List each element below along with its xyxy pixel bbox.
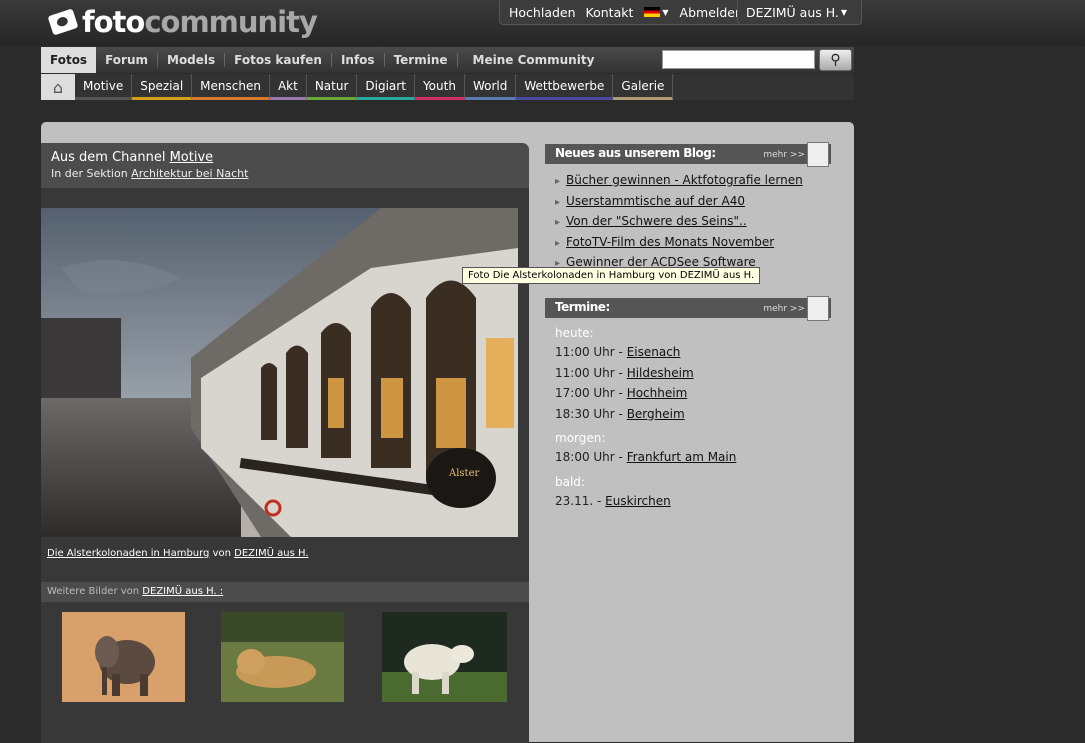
camera-logo-icon xyxy=(47,8,79,36)
blog-link[interactable]: Bücher gewinnen - Aktfotografie lernen xyxy=(566,173,803,187)
home-icon[interactable]: ⌂ xyxy=(41,74,75,100)
thumbnail-polar-bear[interactable] xyxy=(382,612,507,702)
event-time: 17:00 Uhr - xyxy=(555,386,627,400)
caption-by: von xyxy=(209,548,235,559)
sub-nav: ⌂ Motive Spezial Menschen Akt Natur Digi… xyxy=(41,74,854,100)
subnav-akt[interactable]: Akt xyxy=(269,74,307,100)
events-tomorrow-label: morgen: xyxy=(555,431,606,445)
thumbnail-elephant[interactable] xyxy=(62,612,185,702)
subnav-motive[interactable]: Motive xyxy=(75,74,133,100)
blog-header: Neues aus unserem Blog: mehr >> xyxy=(545,142,831,167)
search-icon: ⚲ xyxy=(830,52,841,68)
nav-forum[interactable]: Forum xyxy=(96,53,158,67)
event-row: 18:30 Uhr - Bergheim xyxy=(555,407,736,428)
channel-prefix: Aus dem Channel xyxy=(51,150,170,165)
contact-link[interactable]: Kontakt xyxy=(581,5,639,20)
event-time: 11:00 Uhr - xyxy=(555,365,627,380)
blog-icon[interactable] xyxy=(807,142,829,167)
thumbnail-lion[interactable] xyxy=(221,612,344,702)
event-time: 23.11. - xyxy=(555,493,606,508)
blog-heading: Neues aus unserem Blog: xyxy=(555,146,716,160)
channel-header: Aus dem Channel Motive In der Sektion Ar… xyxy=(41,143,529,188)
channel-link[interactable]: Motive xyxy=(170,150,214,165)
event-row: 11:00 Uhr - Hildesheim xyxy=(555,366,736,387)
subnav-youth[interactable]: Youth xyxy=(414,74,465,100)
section-prefix: In der Sektion xyxy=(51,167,132,180)
event-row: 11:00 Uhr - Eisenach xyxy=(555,345,736,366)
event-time: 18:30 Uhr - xyxy=(555,406,627,421)
top-bar: foto community Hochladen Kontakt ▼ Abmeld… xyxy=(0,0,1085,46)
more-prefix: Weitere Bilder von xyxy=(47,586,143,597)
subnav-menschen[interactable]: Menschen xyxy=(192,74,270,100)
photo-tooltip: Foto Die Alsterkolonaden in Hamburg von … xyxy=(462,267,761,284)
svg-text:Alster: Alster xyxy=(448,468,479,479)
logo-word-foto: foto xyxy=(82,5,145,39)
more-photos-header: Weitere Bilder von DEZIMÜ aus H. : xyxy=(41,582,529,602)
calendar-icon[interactable] xyxy=(807,296,829,321)
search-input[interactable] xyxy=(662,50,815,69)
photo-caption: Die Alsterkolonaden in Hamburg von DEZIM… xyxy=(47,548,308,559)
subnav-galerie[interactable]: Galerie xyxy=(613,74,674,100)
user-menu[interactable]: DEZIMÜ aus H. ▼ xyxy=(737,0,863,25)
event-row: 17:00 Uhr - Hochheim xyxy=(555,386,736,407)
subnav-spezial[interactable]: Spezial xyxy=(132,74,193,100)
nav-infos[interactable]: Infos xyxy=(332,53,385,67)
nav-fotos-kaufen[interactable]: Fotos kaufen xyxy=(225,53,332,67)
events-soon-label: bald: xyxy=(555,474,585,489)
list-item: Userstammtische auf der A40 xyxy=(555,193,803,214)
chevron-down-icon[interactable]: ▼ xyxy=(662,8,668,17)
photo-author-link[interactable]: DEZIMÜ aus H. xyxy=(234,548,308,559)
nav-fotos[interactable]: Fotos xyxy=(41,47,97,73)
events-more-link[interactable]: mehr >> xyxy=(763,304,805,314)
events-today-label: heute: xyxy=(555,326,594,340)
more-author-link[interactable]: DEZIMÜ aus H. : xyxy=(142,586,223,597)
event-row: 23.11. - Euskirchen xyxy=(555,494,736,515)
section-link[interactable]: Architektur bei Nacht xyxy=(131,167,248,180)
blog-list: Bücher gewinnen - Aktfotografie lernen U… xyxy=(555,172,803,275)
search-button[interactable]: ⚲ xyxy=(819,49,852,71)
list-item: Von der "Schwere des Seins".. xyxy=(555,213,803,234)
nav-models[interactable]: Models xyxy=(158,53,226,67)
upload-link[interactable]: Hochladen xyxy=(504,5,581,20)
photo-title-link[interactable]: Die Alsterkolonaden in Hamburg xyxy=(47,548,209,559)
event-time: 18:00 Uhr - xyxy=(555,450,627,464)
event-link[interactable]: Euskirchen xyxy=(605,494,671,508)
logo[interactable]: foto community xyxy=(47,4,318,40)
event-link[interactable]: Hildesheim xyxy=(627,366,694,380)
event-row: 18:00 Uhr - Frankfurt am Main xyxy=(555,450,736,471)
event-time: 11:00 Uhr - xyxy=(555,345,627,359)
subnav-natur[interactable]: Natur xyxy=(306,74,358,100)
top-menu: Hochladen Kontakt ▼ Abmelden xyxy=(499,0,753,25)
nav-meine-community[interactable]: Meine Community xyxy=(464,53,604,67)
list-item: FotoTV-Film des Monats November xyxy=(555,234,803,255)
nav-termine[interactable]: Termine xyxy=(385,53,458,67)
username: DEZIMÜ aus H. xyxy=(746,4,839,20)
event-link[interactable]: Eisenach xyxy=(627,345,681,359)
event-link[interactable]: Frankfurt am Main xyxy=(627,450,737,464)
featured-photo[interactable]: Alster xyxy=(41,208,518,537)
events-list: heute: 11:00 Uhr - Eisenach 11:00 Uhr - … xyxy=(555,326,736,514)
list-item: Bücher gewinnen - Aktfotografie lernen xyxy=(555,172,803,193)
chevron-down-icon: ▼ xyxy=(840,7,848,17)
subnav-world[interactable]: World xyxy=(464,74,517,100)
logo-word-community: community xyxy=(144,5,318,39)
events-header: Termine: mehr >> xyxy=(545,296,831,321)
event-link[interactable]: Hochheim xyxy=(627,386,688,400)
blog-link[interactable]: Userstammtische auf der A40 xyxy=(566,194,745,208)
subnav-wettbewerbe[interactable]: Wettbewerbe xyxy=(516,74,614,100)
event-link[interactable]: Bergheim xyxy=(627,407,685,421)
subnav-digiart[interactable]: Digiart xyxy=(357,74,415,100)
blog-link[interactable]: Von der "Schwere des Seins".. xyxy=(566,214,747,228)
blog-link[interactable]: FotoTV-Film des Monats November xyxy=(566,235,774,249)
blog-more-link[interactable]: mehr >> xyxy=(763,150,805,160)
german-flag-icon[interactable] xyxy=(644,7,661,17)
events-heading: Termine: xyxy=(555,300,610,314)
